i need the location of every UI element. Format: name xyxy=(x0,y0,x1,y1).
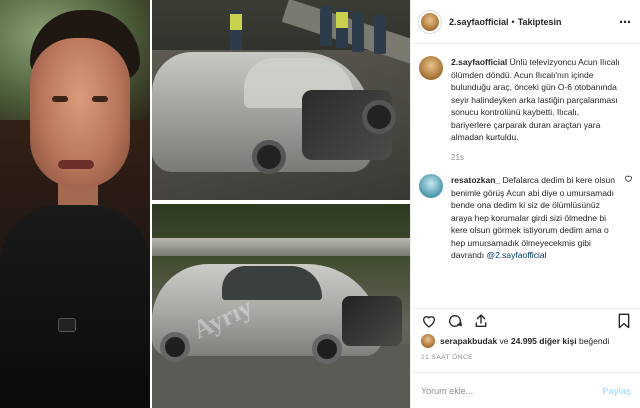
comment-text: Defalarca dedim bi kere olsun benimle gö… xyxy=(451,175,615,260)
caption: 2.sayfaofficial Ünlü televizyoncu Acun I… xyxy=(411,56,640,164)
portrait-eye-left xyxy=(52,96,68,102)
comment-time[interactable]: 21s xyxy=(451,152,621,165)
likes-connector: ve xyxy=(499,336,509,346)
instagram-panel: 2.sayfaofficial • Takiptesin ⋯ 2.sayfaof… xyxy=(410,0,640,408)
likes-suffix: beğendi xyxy=(578,336,610,346)
comment-text: Ünlü televizyoncu Acun Ilıcalı ölümden d… xyxy=(451,57,620,142)
avatar[interactable] xyxy=(419,174,443,198)
avatar[interactable] xyxy=(419,56,443,80)
action-bar xyxy=(411,308,640,332)
guard-rail xyxy=(152,238,410,256)
portrait-image xyxy=(0,0,150,408)
bystander xyxy=(352,12,364,52)
post-username[interactable]: 2.sayfaofficial xyxy=(449,17,509,27)
crash-photo-top xyxy=(152,0,410,200)
crash-photo-bottom: Ayrıy xyxy=(152,204,410,408)
separator-dot: • xyxy=(511,16,515,27)
avatar[interactable] xyxy=(421,334,435,348)
likes-count[interactable]: 24.995 diğer kişi xyxy=(511,336,577,346)
liker-username[interactable]: serapakbudak xyxy=(440,336,497,346)
portrait-eye-right xyxy=(92,96,108,102)
like-comment-icon[interactable] xyxy=(624,174,633,185)
wheel xyxy=(312,334,342,364)
comments-list: 2.sayfaofficial Ünlü televizyoncu Acun I… xyxy=(411,56,640,306)
bookmark-icon[interactable] xyxy=(617,313,631,329)
bystander xyxy=(374,14,386,54)
comment-username[interactable]: 2.sayfaofficial xyxy=(451,57,507,67)
share-icon[interactable] xyxy=(473,313,489,329)
likes-summary: serapakbudak ve 24.995 diğer kişi beğend… xyxy=(421,334,609,348)
comment-form: Paylaş xyxy=(411,372,640,408)
wheel xyxy=(160,332,190,362)
follow-status[interactable]: Takiptesin xyxy=(518,17,562,27)
comment-icon[interactable] xyxy=(447,313,463,329)
post-header: 2.sayfaofficial • Takiptesin ⋯ xyxy=(411,0,640,44)
avatar[interactable] xyxy=(419,10,441,33)
comment-item: resatozkan_ Defalarca dedim bi kere olsu… xyxy=(411,174,640,262)
safety-vest xyxy=(230,14,242,30)
lapel-mic xyxy=(58,318,76,332)
mention-link[interactable]: @2.sayfaofficial xyxy=(486,250,546,260)
post-timestamp[interactable]: 21 SAAT ÖNCE xyxy=(421,354,473,361)
portrait-shirt xyxy=(0,205,150,408)
wheel xyxy=(362,100,396,134)
car-front-damage xyxy=(342,296,402,346)
bystander xyxy=(320,6,332,46)
wheel xyxy=(252,140,286,174)
more-icon[interactable]: ⋯ xyxy=(619,15,632,29)
safety-vest xyxy=(336,12,348,28)
post-button[interactable]: Paylaş xyxy=(602,386,631,396)
heart-icon[interactable] xyxy=(421,313,437,329)
comment-input[interactable] xyxy=(421,385,603,396)
portrait-mouth xyxy=(58,160,94,169)
comment-username[interactable]: resatozkan_ xyxy=(451,175,500,185)
caption-body: 2.sayfaofficial Ünlü televizyoncu Acun I… xyxy=(451,56,621,164)
comment-body: resatozkan_ Defalarca dedim bi kere olsu… xyxy=(451,174,621,262)
